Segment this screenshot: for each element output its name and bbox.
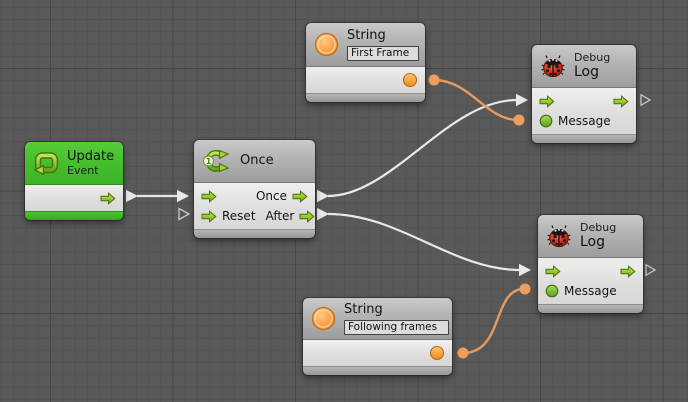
node-string-following-frames[interactable]: String: [303, 298, 452, 375]
value-input-port-icon[interactable]: [539, 114, 553, 128]
string-value-icon: [314, 32, 339, 57]
flow-input-port-icon[interactable]: [201, 210, 217, 223]
wire-once-to-debug-top[interactable]: [328, 100, 517, 196]
node-header[interactable]: Update Event: [25, 142, 123, 185]
node-footer: [25, 211, 123, 220]
node-body: Message: [532, 88, 636, 134]
node-footer: [194, 229, 315, 238]
wire-arrowhead: [177, 190, 189, 202]
flow-input-port-icon[interactable]: [539, 95, 555, 108]
port-label-once: Once: [256, 189, 287, 203]
node-header[interactable]: String: [303, 298, 452, 340]
visual-scripting-graph-canvas[interactable]: Update Event 1: [0, 0, 688, 402]
port-label-message: Message: [564, 284, 617, 298]
node-string-first-frame[interactable]: String: [306, 23, 425, 102]
once-loop-icon: 1: [202, 149, 232, 173]
node-debug-log-bottom[interactable]: Debug Log Message: [538, 215, 643, 313]
value-output-port-icon[interactable]: [429, 345, 445, 361]
flow-output-port-icon[interactable]: [292, 190, 308, 203]
port-label-after: After: [266, 209, 295, 223]
node-footer: [538, 304, 643, 313]
wire-after-to-debug-bottom[interactable]: [328, 214, 520, 270]
value-input-port-icon[interactable]: [545, 284, 559, 298]
ladybug-debug-icon: [540, 53, 566, 79]
node-once[interactable]: 1 Once Once Reset: [194, 140, 315, 238]
unconnected-port-triangle-debug-bottom-out[interactable]: [646, 265, 655, 276]
wire-source-triangle[interactable]: [317, 190, 329, 202]
wire-source-triangle[interactable]: [126, 190, 138, 202]
wire-arrowhead: [519, 264, 531, 276]
flow-output-port-icon[interactable]: [613, 95, 629, 108]
node-footer: [532, 134, 636, 143]
string-value-input[interactable]: [344, 320, 449, 335]
node-title: Log: [580, 234, 616, 251]
wire-endpoint-dot: [458, 348, 469, 359]
node-header[interactable]: 1 Once: [194, 140, 315, 183]
node-body: [25, 185, 123, 211]
node-title: Once: [240, 153, 274, 169]
node-footer: [306, 93, 425, 102]
node-group-label: Debug: [574, 51, 610, 64]
node-header[interactable]: String: [306, 23, 425, 67]
node-group-label: Debug: [580, 221, 616, 234]
node-footer: [303, 366, 452, 375]
node-body: Once Reset After: [194, 183, 315, 229]
flow-input-port-icon[interactable]: [545, 265, 561, 278]
node-title: Update: [67, 149, 114, 165]
string-value-input[interactable]: [347, 46, 419, 61]
node-update-event[interactable]: Update Event: [25, 142, 123, 220]
string-value-icon: [311, 306, 336, 331]
node-body: [306, 67, 425, 93]
wire-endpoint-dot: [429, 75, 440, 86]
flow-output-port-icon[interactable]: [299, 210, 315, 223]
flow-input-port-icon[interactable]: [201, 190, 217, 203]
wire-arrowhead: [516, 94, 528, 106]
node-debug-log-top[interactable]: Debug Log Message: [532, 45, 636, 143]
update-loop-icon: [33, 151, 59, 175]
node-title: Log: [574, 64, 610, 81]
node-title: String: [347, 28, 419, 44]
port-label-message: Message: [558, 114, 611, 128]
wire-source-triangle[interactable]: [317, 208, 329, 220]
ladybug-debug-icon: [546, 223, 572, 249]
value-output-port-icon[interactable]: [402, 72, 418, 88]
once-badge-number: 1: [206, 157, 212, 166]
wire-endpoint-dot: [514, 115, 525, 126]
node-header[interactable]: Debug Log: [538, 215, 643, 258]
node-subtitle: Event: [67, 165, 114, 177]
flow-output-port-icon[interactable]: [100, 192, 116, 205]
node-title: String: [344, 302, 449, 318]
flow-output-port-icon[interactable]: [620, 265, 636, 278]
wire-endpoint-dot: [520, 284, 531, 295]
port-label-reset: Reset: [222, 209, 256, 223]
unconnected-port-triangle-debug-top-out[interactable]: [641, 95, 650, 106]
node-header[interactable]: Debug Log: [532, 45, 636, 88]
unconnected-port-triangle-once-reset[interactable]: [179, 209, 189, 220]
wire-string-following-to-message[interactable]: [463, 289, 524, 353]
node-body: Message: [538, 258, 643, 304]
node-body: [303, 340, 452, 366]
